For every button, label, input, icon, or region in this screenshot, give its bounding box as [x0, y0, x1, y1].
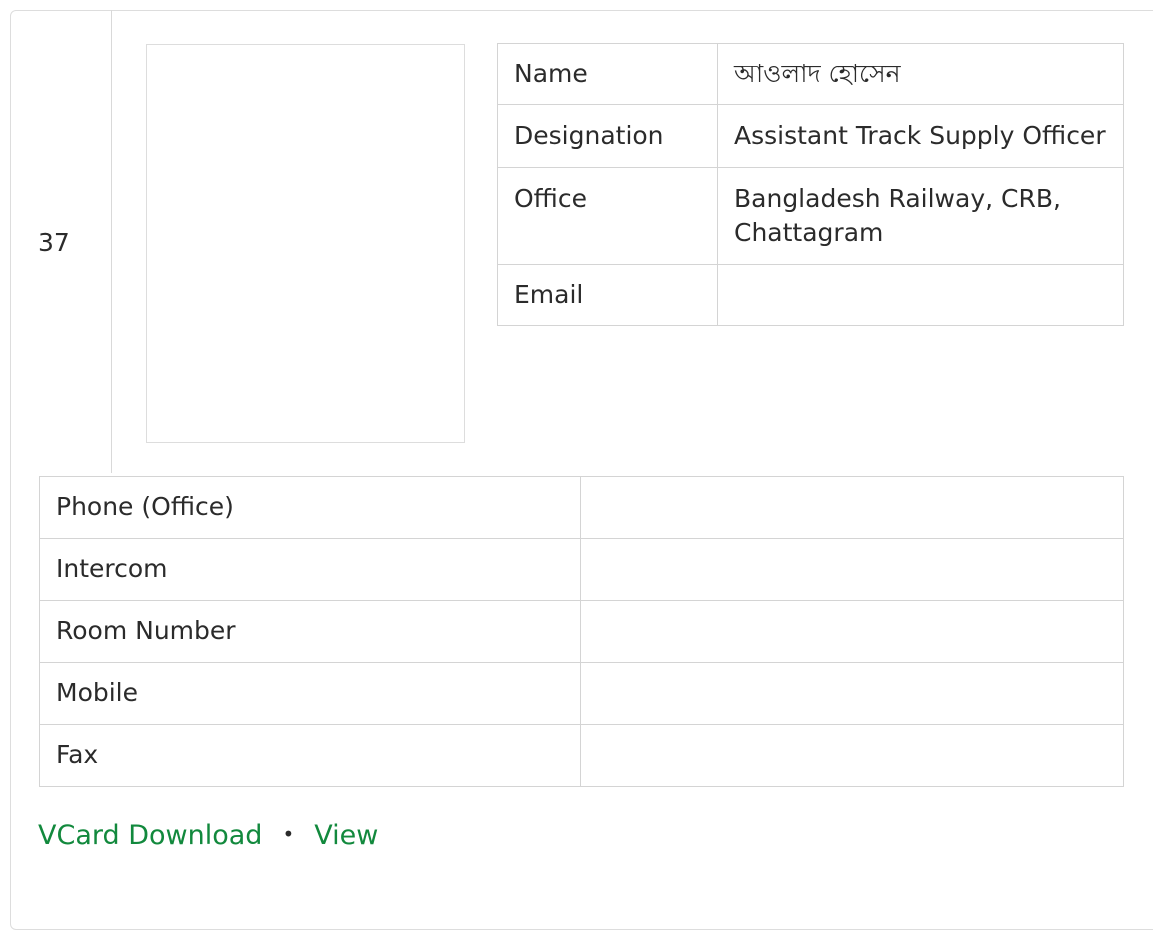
link-separator: • — [282, 822, 295, 846]
view-link[interactable]: View — [314, 820, 378, 851]
office-label: Office — [497, 167, 718, 265]
table-row: Email — [497, 264, 1124, 326]
table-row: Fax — [39, 724, 1124, 787]
fax-value — [580, 724, 1124, 787]
vcard-download-link[interactable]: VCard Download — [38, 820, 262, 851]
table-row: Room Number — [39, 600, 1124, 663]
email-label: Email — [497, 264, 718, 326]
mobile-label: Mobile — [39, 662, 581, 725]
designation-label: Designation — [497, 104, 718, 168]
name-value: আওলাদ হোসেন — [717, 43, 1124, 105]
profile-table: Name আওলাদ হোসেন Designation Assistant T… — [497, 43, 1124, 326]
table-row: Mobile — [39, 662, 1124, 725]
phone-office-label: Phone (Office) — [39, 476, 581, 539]
table-row: Office Bangladesh Railway, CRB, Chattagr… — [497, 167, 1124, 265]
intercom-value — [580, 538, 1124, 601]
intercom-label: Intercom — [39, 538, 581, 601]
name-label: Name — [497, 43, 718, 105]
mobile-value — [580, 662, 1124, 725]
contact-table: Phone (Office) Intercom Room Number Mobi… — [39, 476, 1124, 787]
table-row: Phone (Office) — [39, 476, 1124, 539]
phone-office-value — [580, 476, 1124, 539]
table-row: Name আওলাদ হোসেন — [497, 43, 1124, 105]
table-row: Intercom — [39, 538, 1124, 601]
room-number-value — [580, 600, 1124, 663]
table-row: Designation Assistant Track Supply Offic… — [497, 104, 1124, 168]
action-links: VCard Download • View — [38, 820, 378, 851]
designation-value: Assistant Track Supply Officer — [717, 104, 1124, 168]
room-number-label: Room Number — [39, 600, 581, 663]
email-value — [717, 264, 1124, 326]
office-value: Bangladesh Railway, CRB, Chattagram — [717, 167, 1124, 265]
column-divider — [111, 10, 112, 473]
serial-number: 37 — [38, 228, 70, 257]
profile-photo — [146, 44, 465, 443]
fax-label: Fax — [39, 724, 581, 787]
